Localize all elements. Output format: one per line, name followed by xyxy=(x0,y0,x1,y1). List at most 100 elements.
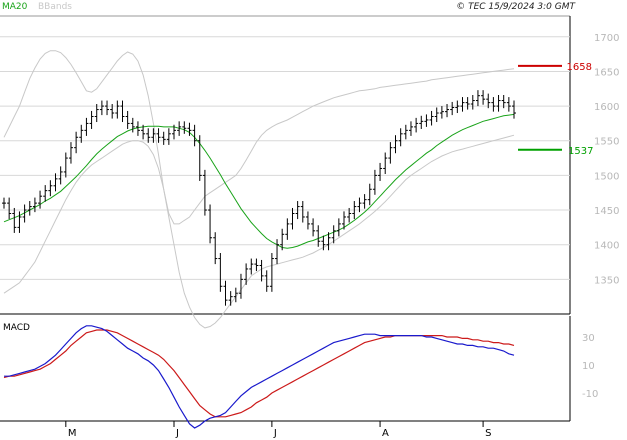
price-series-group xyxy=(2,50,516,329)
price-bar xyxy=(388,142,393,164)
price-bar xyxy=(408,121,413,136)
price-bar xyxy=(434,107,439,123)
price-bar xyxy=(439,106,444,119)
price-bar xyxy=(12,207,17,233)
price-bar xyxy=(125,110,130,129)
price-bar xyxy=(264,270,269,292)
price-y-tick-label: 1450 xyxy=(594,206,619,217)
price-bar xyxy=(300,201,305,223)
price-bar xyxy=(455,100,460,114)
legend-ma20: MA20 xyxy=(2,2,28,12)
price-bar xyxy=(460,97,465,112)
price-bar xyxy=(84,117,89,136)
price-bar xyxy=(429,110,434,126)
price-bar xyxy=(218,253,223,292)
price-bar xyxy=(213,232,218,265)
price-bar xyxy=(48,180,53,197)
price-bar xyxy=(182,121,187,134)
macd-signal-line xyxy=(3,329,515,418)
price-bar xyxy=(161,131,166,145)
price-bar xyxy=(249,258,254,275)
price-bar xyxy=(372,169,377,195)
macd-line xyxy=(4,325,515,429)
price-bar xyxy=(53,173,58,192)
price-bar xyxy=(94,104,99,123)
price-bar xyxy=(362,194,367,209)
macd-y-tick-label: -10 xyxy=(582,389,598,400)
price-bar xyxy=(269,253,274,292)
price-bar xyxy=(120,100,125,123)
stock-chart: MA20 BBands © TEC 15/9/2024 3:0 GMT 1700… xyxy=(0,2,619,439)
price-bar xyxy=(105,100,110,116)
price-bar xyxy=(311,218,316,237)
price-bar xyxy=(367,183,372,206)
price-bar xyxy=(398,128,403,147)
price-y-axis: 1700 1650 1600 1550 1500 1450 1400 1350 xyxy=(594,33,619,287)
x-tick-label: A xyxy=(382,428,389,439)
price-bar xyxy=(512,100,516,119)
price-bar xyxy=(130,117,135,133)
macd-panel: MACD 30 10 -10 xyxy=(0,316,598,429)
price-bar xyxy=(450,101,455,116)
price-bar xyxy=(259,259,264,282)
x-tick-label: J xyxy=(175,428,179,439)
price-bar xyxy=(27,201,32,216)
price-bar xyxy=(383,152,388,175)
price-y-tick-label: 1600 xyxy=(594,102,619,113)
price-y-tick-label: 1400 xyxy=(594,241,619,252)
price-y-tick-label: 1700 xyxy=(594,33,619,44)
price-bar xyxy=(115,100,120,119)
price-bar xyxy=(7,197,12,220)
price-bar xyxy=(403,124,408,140)
price-bar xyxy=(424,114,429,127)
price-y-tick-label: 1350 xyxy=(594,275,619,286)
price-grid xyxy=(0,36,570,280)
price-y-tick-label: 1650 xyxy=(594,67,619,78)
price-bar xyxy=(481,90,486,105)
macd-series-group xyxy=(3,325,515,429)
price-bar xyxy=(238,273,243,299)
price-bar xyxy=(470,95,475,110)
price-bar xyxy=(290,207,295,230)
price-bar xyxy=(202,169,207,216)
price-y-tick-label: 1500 xyxy=(594,171,619,182)
x-axis: MJJAS xyxy=(65,421,491,439)
price-bar xyxy=(316,225,321,247)
price-bar xyxy=(79,124,84,143)
x-tick-label: M xyxy=(68,428,77,439)
price-bar xyxy=(305,211,310,230)
price-bar xyxy=(378,162,383,181)
price-bar xyxy=(135,121,140,136)
legend-bbands: BBands xyxy=(38,2,72,12)
price-bar xyxy=(74,131,79,154)
x-tick-label: J xyxy=(273,428,277,439)
price-bars xyxy=(2,90,516,306)
price-bar xyxy=(63,152,68,178)
price-bar xyxy=(99,100,104,116)
price-bar xyxy=(393,135,398,154)
price-bar xyxy=(475,90,480,107)
macd-y-axis: 30 10 -10 xyxy=(582,333,598,400)
price-bar xyxy=(491,97,496,112)
x-tick-label: S xyxy=(485,428,491,439)
price-bar xyxy=(419,115,424,129)
price-bar xyxy=(254,258,259,272)
price-bar xyxy=(414,117,419,133)
price-y-tick-label: 1550 xyxy=(594,137,619,148)
price-bar xyxy=(465,97,470,110)
price-bar xyxy=(43,185,48,202)
copyright-text: © TEC 15/9/2024 3:0 GMT xyxy=(456,2,576,12)
price-bar xyxy=(336,218,341,237)
price-levels-group: 1658 1537 xyxy=(518,62,593,157)
price-panel: 1700 1650 1600 1550 1500 1450 1400 1350 1658 153… xyxy=(0,15,619,329)
price-bar xyxy=(89,110,94,129)
price-bar xyxy=(223,280,228,306)
price-bar xyxy=(2,197,6,209)
price-bar xyxy=(228,291,233,306)
price-bar xyxy=(166,128,171,145)
support-level-label: 1537 xyxy=(568,146,593,157)
macd-title: MACD xyxy=(3,323,30,333)
macd-y-tick-label: 10 xyxy=(582,361,595,372)
resistance-level-label: 1658 xyxy=(567,62,592,73)
price-bar xyxy=(496,95,501,112)
